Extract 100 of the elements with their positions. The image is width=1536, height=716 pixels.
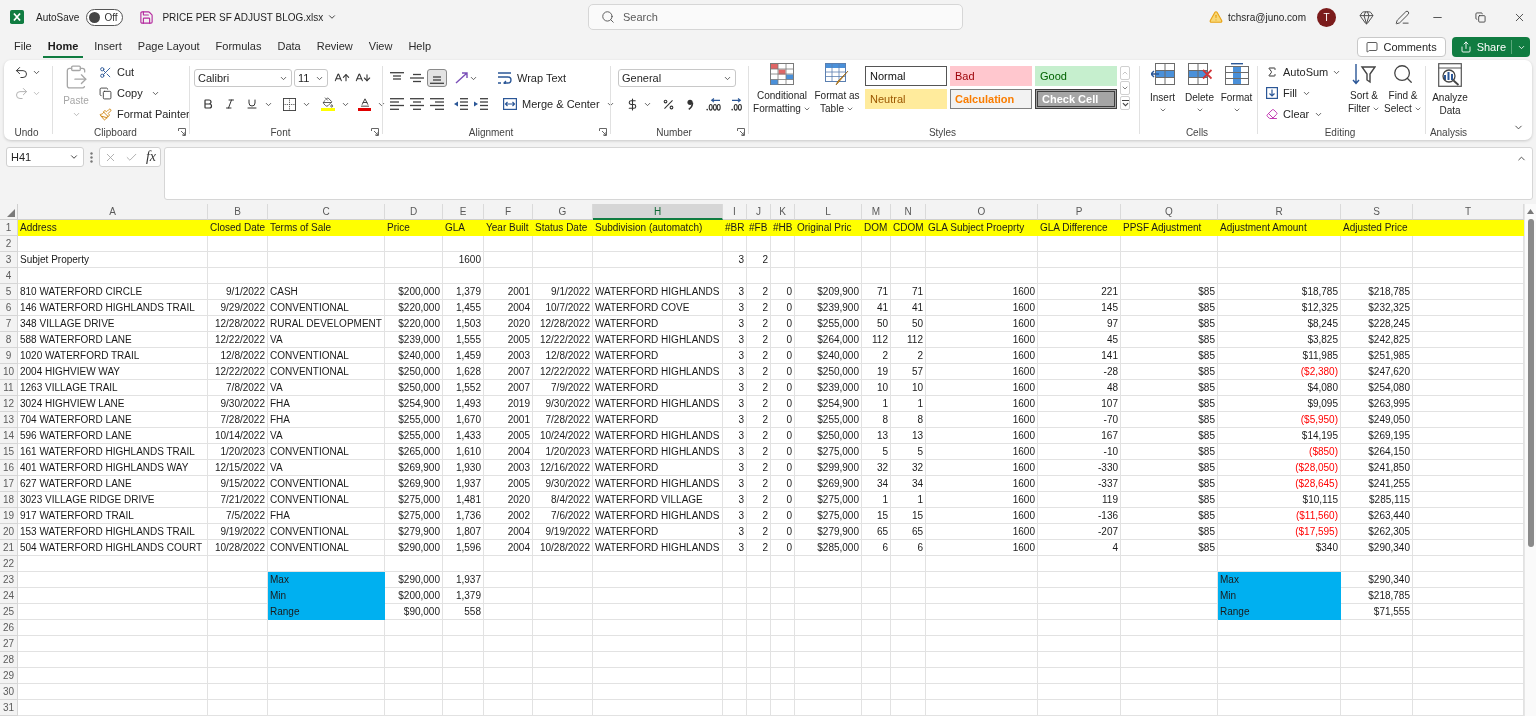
spreadsheet-cell[interactable]: [926, 668, 1038, 684]
spreadsheet-cell[interactable]: [484, 620, 533, 636]
spreadsheet-cell[interactable]: $251,985: [1341, 348, 1413, 364]
spreadsheet-cell[interactable]: WATERFORD HIGHLANDS: [593, 332, 723, 348]
spreadsheet-cell[interactable]: 1,481: [443, 492, 484, 508]
spreadsheet-cell[interactable]: [862, 268, 891, 284]
spreadsheet-cell[interactable]: [891, 652, 926, 668]
spreadsheet-cell[interactable]: $3,825: [1218, 332, 1341, 348]
font-name-select[interactable]: Calibri: [194, 69, 292, 87]
row-header[interactable]: 16: [0, 460, 18, 476]
spreadsheet-cell[interactable]: 1,930: [443, 460, 484, 476]
spreadsheet-cell[interactable]: -10: [1038, 444, 1121, 460]
spreadsheet-cell[interactable]: Price: [385, 220, 443, 236]
spreadsheet-cell[interactable]: 1,455: [443, 300, 484, 316]
column-header[interactable]: A: [18, 204, 208, 220]
spreadsheet-cell[interactable]: CDOM: [891, 220, 926, 236]
spreadsheet-cell[interactable]: [891, 572, 926, 588]
column-header[interactable]: S: [1341, 204, 1413, 220]
spreadsheet-cell[interactable]: 50: [891, 316, 926, 332]
spreadsheet-cell[interactable]: $275,000: [795, 508, 862, 524]
spreadsheet-cell[interactable]: 0: [771, 284, 795, 300]
align-right-icon[interactable]: [430, 98, 444, 110]
spreadsheet-cell[interactable]: 1,379: [443, 588, 484, 604]
spreadsheet-cell[interactable]: $85: [1121, 412, 1218, 428]
spreadsheet-cell[interactable]: 2003: [484, 460, 533, 476]
spreadsheet-cell[interactable]: [533, 684, 593, 700]
row-header[interactable]: 18: [0, 492, 18, 508]
spreadsheet-cell[interactable]: 558: [443, 604, 484, 620]
spreadsheet-cell[interactable]: [926, 604, 1038, 620]
spreadsheet-cell[interactable]: $4,080: [1218, 380, 1341, 396]
spreadsheet-cell[interactable]: 167: [1038, 428, 1121, 444]
spreadsheet-cell[interactable]: [862, 652, 891, 668]
undo-icon[interactable]: [14, 64, 29, 80]
spreadsheet-cell[interactable]: 2: [747, 492, 771, 508]
spreadsheet-cell[interactable]: $269,195: [1341, 428, 1413, 444]
spreadsheet-cell[interactable]: [208, 668, 268, 684]
spreadsheet-cell[interactable]: $240,000: [385, 348, 443, 364]
corner-triangle-icon[interactable]: [7, 209, 15, 217]
cell-style-option[interactable]: Bad: [950, 66, 1032, 86]
spreadsheet-cell[interactable]: [593, 604, 723, 620]
wrap-text-button[interactable]: Wrap Text: [498, 69, 567, 87]
spreadsheet-cell[interactable]: 32: [891, 460, 926, 476]
spreadsheet-cell[interactable]: $264,150: [1341, 444, 1413, 460]
spreadsheet-cell[interactable]: [862, 684, 891, 700]
sort-filter-button[interactable]: Sort & Filter: [1346, 60, 1382, 115]
spreadsheet-cell[interactable]: [18, 668, 208, 684]
spreadsheet-cell[interactable]: $85: [1121, 364, 1218, 380]
align-left-icon[interactable]: [390, 98, 404, 110]
spreadsheet-cell[interactable]: 0: [771, 316, 795, 332]
spreadsheet-cell[interactable]: [747, 604, 771, 620]
spreadsheet-cell[interactable]: [1121, 684, 1218, 700]
row-header[interactable]: 26: [0, 620, 18, 636]
spreadsheet-cell[interactable]: [795, 684, 862, 700]
row-header[interactable]: 25: [0, 604, 18, 620]
row-header[interactable]: 11: [0, 380, 18, 396]
spreadsheet-cell[interactable]: [723, 604, 747, 620]
spreadsheet-cell[interactable]: $241,255: [1341, 476, 1413, 492]
column-header[interactable]: M: [862, 204, 891, 220]
spreadsheet-cell[interactable]: $200,000: [385, 588, 443, 604]
pen-icon[interactable]: [1395, 9, 1410, 25]
spreadsheet-cell[interactable]: [484, 236, 533, 252]
spreadsheet-cell[interactable]: 1,503: [443, 316, 484, 332]
spreadsheet-cell[interactable]: 2: [747, 428, 771, 444]
spreadsheet-cell[interactable]: 2: [747, 412, 771, 428]
spreadsheet-cell[interactable]: $85: [1121, 460, 1218, 476]
spreadsheet-cell[interactable]: [771, 588, 795, 604]
spreadsheet-cell[interactable]: -136: [1038, 508, 1121, 524]
spreadsheet-cell[interactable]: 1,493: [443, 396, 484, 412]
spreadsheet-cell[interactable]: [1038, 636, 1121, 652]
row-header[interactable]: 10: [0, 364, 18, 380]
spreadsheet-cell[interactable]: GLA Difference: [1038, 220, 1121, 236]
spreadsheet-cell[interactable]: 3: [723, 300, 747, 316]
diagonal-arrow-icon[interactable]: [455, 72, 469, 84]
spreadsheet-cell[interactable]: 7/28/2022: [533, 412, 593, 428]
spreadsheet-cell[interactable]: [484, 636, 533, 652]
spreadsheet-cell[interactable]: VA: [268, 332, 385, 348]
spreadsheet-cell[interactable]: [533, 652, 593, 668]
spreadsheet-cell[interactable]: [926, 572, 1038, 588]
spreadsheet-cell[interactable]: 12/15/2022: [208, 460, 268, 476]
spreadsheet-cell[interactable]: 2: [747, 300, 771, 316]
spreadsheet-cell[interactable]: 7/28/2022: [208, 412, 268, 428]
spreadsheet-cell[interactable]: 45: [1038, 332, 1121, 348]
spreadsheet-cell[interactable]: [862, 604, 891, 620]
spreadsheet-cell[interactable]: WATERFORD: [593, 412, 723, 428]
ribbon-tab[interactable]: Home: [42, 36, 84, 58]
spreadsheet-cell[interactable]: [484, 268, 533, 284]
spreadsheet-cell[interactable]: $263,440: [1341, 508, 1413, 524]
spreadsheet-cell[interactable]: -330: [1038, 460, 1121, 476]
spreadsheet-cell[interactable]: [723, 668, 747, 684]
spreadsheet-cell[interactable]: WATERFORD HIGHLANDS: [593, 508, 723, 524]
spreadsheet-cell[interactable]: [795, 636, 862, 652]
spreadsheet-cell[interactable]: [723, 268, 747, 284]
spreadsheet-cell[interactable]: 810 WATERFORD CIRCLE: [18, 284, 208, 300]
cell-style-option[interactable]: Neutral: [865, 89, 947, 109]
autosave-toggle[interactable]: Off: [86, 8, 124, 26]
spreadsheet-cell[interactable]: 10/14/2022: [208, 428, 268, 444]
spreadsheet-cell[interactable]: [1121, 236, 1218, 252]
spreadsheet-cell[interactable]: WATERFORD HIGHLANDS: [593, 428, 723, 444]
spreadsheet-cell[interactable]: 2: [747, 540, 771, 556]
spreadsheet-cell[interactable]: 1,736: [443, 508, 484, 524]
